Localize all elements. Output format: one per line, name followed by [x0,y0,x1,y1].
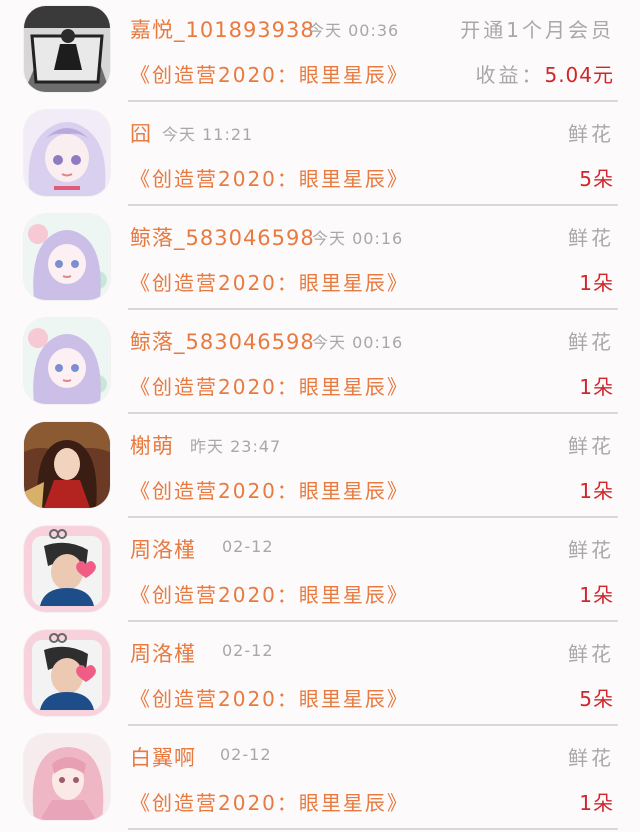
user-avatar[interactable] [24,734,110,820]
gift-amount: 1朵 [579,267,614,296]
user-name[interactable]: 鲸落_583046598 [130,326,315,356]
gift-amount-value: 1朵 [579,791,614,815]
row-divider [128,412,618,414]
gift-time: 02-12 [222,537,274,556]
user-avatar[interactable] [24,110,110,196]
gift-amount-value: 1朵 [579,271,614,295]
row-divider [128,724,618,726]
row-divider [128,308,618,310]
earnings-label: 收益： [475,63,545,87]
gift-amount: 5朵 [579,163,614,192]
row-divider [128,620,618,622]
gift-time: 今天 11:21 [162,125,254,144]
show-title-link[interactable]: 《创造营2020：眼里星辰》 [130,475,409,504]
gift-record-row[interactable]: 周洛槿 02-12 鲜花《创造营2020：眼里星辰》 5朵 [0,624,640,728]
gift-type: 鲜花 [568,226,614,250]
gift-type: 鲜花 [568,538,614,562]
gift-time: 02-12 [222,641,274,660]
row-divider [128,204,618,206]
gift-amount-value: 1朵 [579,375,614,399]
gift-amount-value: 1朵 [579,479,614,503]
gift-type: 开通1个月会员 [460,18,614,42]
gift-time: 今天 00:36 [308,21,400,40]
row-divider [128,100,618,102]
gift-amount: 收益：5.04元 [475,59,614,88]
show-title-link[interactable]: 《创造营2020：眼里星辰》 [130,579,409,608]
gift-amount-value: 5朵 [579,167,614,191]
gift-time: 今天 00:16 [312,229,404,248]
gift-amount: 1朵 [579,579,614,608]
user-name[interactable]: 嘉悦_101893938 [130,14,315,44]
user-avatar[interactable] [24,318,110,404]
gift-type: 鲜花 [568,122,614,146]
show-title-link[interactable]: 《创造营2020：眼里星辰》 [130,683,409,712]
gift-amount-value: 5朵 [579,687,614,711]
gift-record-row[interactable]: 嘉悦_101893938 今天 00:36 开通1个月会员《创造营2020：眼里星辰… [0,0,640,104]
gift-amount: 1朵 [579,371,614,400]
gift-record-row[interactable]: 鲸落_583046598 今天 00:16 鲜花《创造营2020：眼里星辰》 1朵 [0,312,640,416]
show-title-link[interactable]: 《创造营2020：眼里星辰》 [130,371,409,400]
gift-record-row[interactable]: 鲸落_583046598 今天 00:16 鲜花《创造营2020：眼里星辰》 1朵 [0,208,640,312]
user-name[interactable]: 周洛槿 [130,534,196,564]
gift-time: 今天 00:16 [312,333,404,352]
gift-record-list: 嘉悦_101893938 今天 00:36 开通1个月会员《创造营2020：眼里星辰… [0,0,640,830]
gift-type: 鲜花 [568,330,614,354]
gift-record-row[interactable]: 白翼啊 02-12 鲜花 《创造营2020：眼里星辰》 1朵 [0,728,640,832]
gift-amount-value: 5.04元 [544,63,614,87]
gift-type: 鲜花 [568,642,614,666]
user-avatar[interactable] [24,6,110,92]
gift-amount: 5朵 [579,683,614,712]
gift-record-row[interactable]: 榭萌 昨天 23:47 鲜花《创造营2020：眼里星辰》 1朵 [0,416,640,520]
user-name[interactable]: 白翼啊 [130,742,196,772]
gift-record-row[interactable]: 囧今天 11:21 鲜花《创造营2020：眼里星辰》 5朵 [0,104,640,208]
user-avatar[interactable] [24,422,110,508]
user-avatar[interactable] [24,214,110,300]
gift-amount: 1朵 [579,475,614,504]
gift-time: 昨天 23:47 [190,437,282,456]
gift-amount-value: 1朵 [579,583,614,607]
user-name[interactable]: 榭萌 [130,430,174,460]
gift-record-row[interactable]: 周洛槿 02-12 鲜花《创造营2020：眼里星辰》 1朵 [0,520,640,624]
row-divider [128,516,618,518]
show-title-link[interactable]: 《创造营2020：眼里星辰》 [130,267,409,296]
user-name[interactable]: 囧 [130,118,152,148]
user-name[interactable]: 鲸落_583046598 [130,222,315,252]
show-title-link[interactable]: 《创造营2020：眼里星辰》 [130,59,409,88]
gift-type: 鲜花 [568,746,614,770]
row-divider [128,828,618,830]
user-avatar[interactable] [24,630,110,716]
gift-time: 02-12 [220,745,272,764]
user-avatar[interactable] [24,526,110,612]
user-name[interactable]: 周洛槿 [130,638,196,668]
show-title-link[interactable]: 《创造营2020：眼里星辰》 [130,163,409,192]
gift-type: 鲜花 [568,434,614,458]
